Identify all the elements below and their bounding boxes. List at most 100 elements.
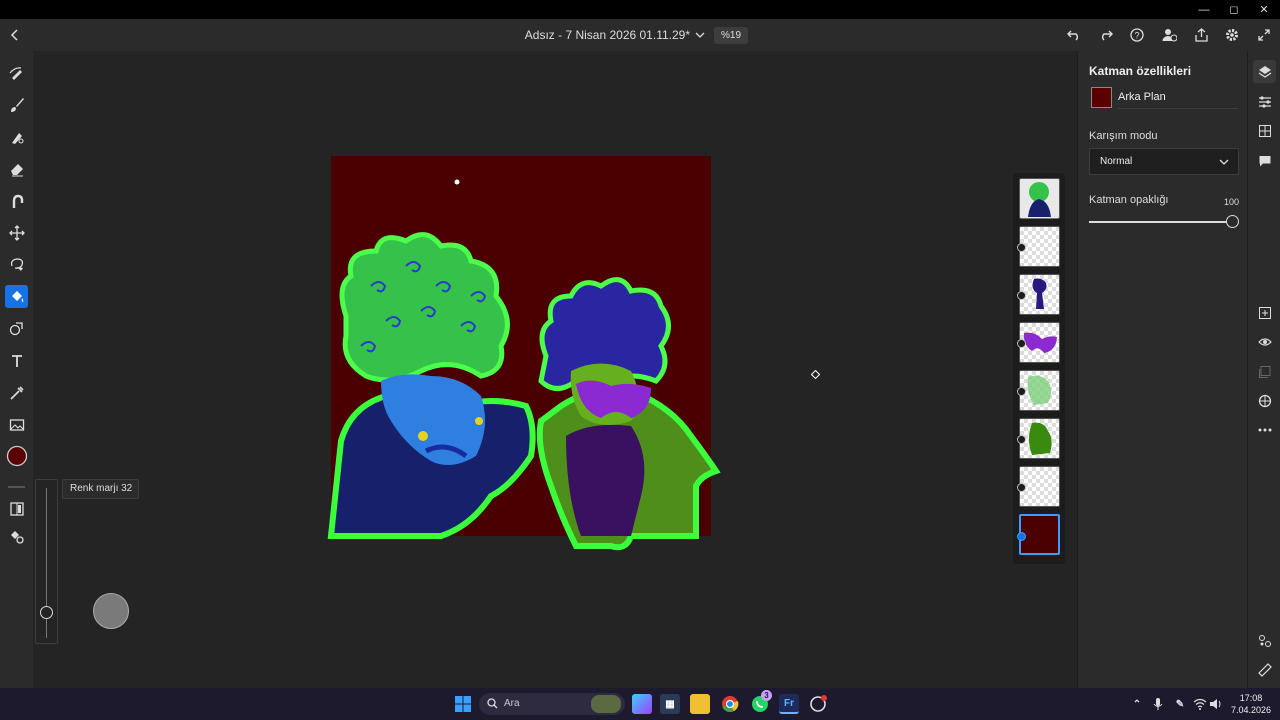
ruler-icon [1257,662,1272,677]
clock-date: 7.04.2026 [1230,705,1272,715]
whatsapp-icon[interactable]: 3 [750,690,772,714]
more-options-button[interactable] [1253,418,1276,441]
comments-panel-button[interactable] [1253,149,1276,172]
eraser-tool[interactable] [5,157,28,180]
taskbar-search[interactable]: Ara [479,693,625,715]
title-dropdown-button[interactable] [690,25,710,45]
layer-thumb-6[interactable] [1017,418,1060,459]
vector-brush-tool[interactable] [5,125,28,148]
layer-thumb-4[interactable] [1017,322,1060,363]
layer-thumb-3[interactable] [1017,274,1060,315]
smudge-icon [12,194,23,208]
shape-tool[interactable] [5,317,28,340]
properties-panel-button[interactable] [1253,90,1276,113]
fill-options-button[interactable] [5,497,28,520]
layer-name[interactable]: Arka Plan [1118,91,1166,103]
back-button[interactable] [5,25,25,45]
move-icon [8,224,25,241]
system-clock[interactable]: 17:08 7.04.2026 [1228,692,1274,716]
settings-button[interactable] [1222,25,1242,45]
undo-button[interactable] [1064,25,1084,45]
layer-thumb-2[interactable] [1017,226,1060,267]
share-icon [1194,28,1208,42]
layer-color-swatch [1091,87,1112,108]
volume-icon[interactable] [1206,694,1226,714]
merge-layer-button[interactable] [1253,360,1276,383]
layer-visibility-dot[interactable] [1017,291,1026,300]
copilot-icon[interactable] [632,694,652,714]
layer-visibility-dot[interactable] [1017,483,1026,492]
add-layer-icon [1258,306,1271,319]
fill-settings-button[interactable] [5,525,28,548]
fill-tool[interactable] [5,285,28,308]
merge-down-icon [1258,365,1270,378]
file-explorer-icon[interactable] [690,694,710,714]
opacity-slider[interactable] [1089,215,1239,229]
move-tool[interactable] [5,221,28,244]
zoom-level[interactable]: %19 [714,27,748,44]
visibility-button[interactable] [1253,330,1276,353]
close-button[interactable]: ✕ [1248,2,1280,18]
eyedropper-tool[interactable] [5,381,28,404]
microphone-icon[interactable] [1148,694,1168,714]
bucket-settings-icon [10,530,24,544]
windows-logo-icon [455,696,471,712]
maximize-button[interactable]: ◻ [1218,2,1250,18]
lasso-selection-tool[interactable] [5,253,28,276]
app-icon[interactable] [808,694,828,714]
network-icon [1258,634,1271,647]
redo-button[interactable] [1096,25,1116,45]
comment-icon [1259,155,1270,166]
opacity-slider-thumb[interactable] [1226,215,1239,228]
layer-visibility-dot[interactable] [1017,435,1026,444]
layer-properties-panel: Katman özellikleri Arka Plan Karışım mod… [1077,51,1247,688]
help-button[interactable]: ? [1127,25,1147,45]
grid-panel-button[interactable] [1253,119,1276,142]
opacity-slider-track [1089,221,1233,223]
layers-panel-button[interactable] [1253,60,1276,83]
layer-visibility-dot[interactable] [1017,532,1026,541]
blend-mode-value: Normal [1100,156,1133,167]
share-layers-button[interactable] [1253,629,1276,652]
gear-icon [1226,29,1238,41]
add-layer-button[interactable] [1253,301,1276,324]
minimize-button[interactable]: — [1188,2,1220,18]
lasso-icon [10,257,23,271]
smudge-tool[interactable] [5,189,28,212]
chrome-icon[interactable] [720,694,740,714]
blend-mode-select[interactable]: Normal [1089,148,1239,175]
chevron-up-icon[interactable]: ⌃ [1127,694,1147,714]
color-picker-swatch[interactable] [5,444,28,467]
shapes-icon [9,321,23,335]
layer-thumb-1[interactable] [1019,178,1060,219]
slider-thumb[interactable] [40,606,53,619]
more-icon [1258,428,1271,431]
adobe-fresco-icon[interactable]: Fr [779,694,799,714]
layer-visibility-dot[interactable] [1017,339,1026,348]
fullscreen-button[interactable] [1254,25,1274,45]
search-icon [487,698,498,709]
layer-thumb-7[interactable] [1017,466,1060,507]
share-people-button[interactable] [1159,25,1179,45]
store-icon[interactable]: ▦ [660,694,680,714]
opacity-value[interactable]: 100 [1209,197,1239,207]
document-title[interactable]: Adsız - 7 Nisan 2026 01.11.29* [500,19,690,51]
color-tolerance-slider[interactable] [35,479,58,644]
ruler-button[interactable] [1253,658,1276,681]
artboard[interactable] [327,156,721,551]
layer-thumb-background-selected[interactable] [1017,514,1060,555]
export-button[interactable] [1191,25,1211,45]
start-button[interactable] [453,694,473,714]
mask-button[interactable] [1253,389,1276,412]
help-icon: ? [1130,28,1144,42]
text-tool[interactable] [5,349,28,372]
layer-visibility-dot[interactable] [1017,243,1026,252]
image-tool[interactable] [5,413,28,436]
layer-visibility-dot[interactable] [1017,387,1026,396]
layer-thumb-5[interactable] [1017,370,1060,411]
live-brush-tool[interactable] [5,93,28,116]
tools-toolbar [0,51,33,688]
name-underline [1118,108,1238,109]
pixel-brush-tool[interactable] [5,61,28,84]
pen-icon[interactable]: ✎ [1170,694,1190,714]
